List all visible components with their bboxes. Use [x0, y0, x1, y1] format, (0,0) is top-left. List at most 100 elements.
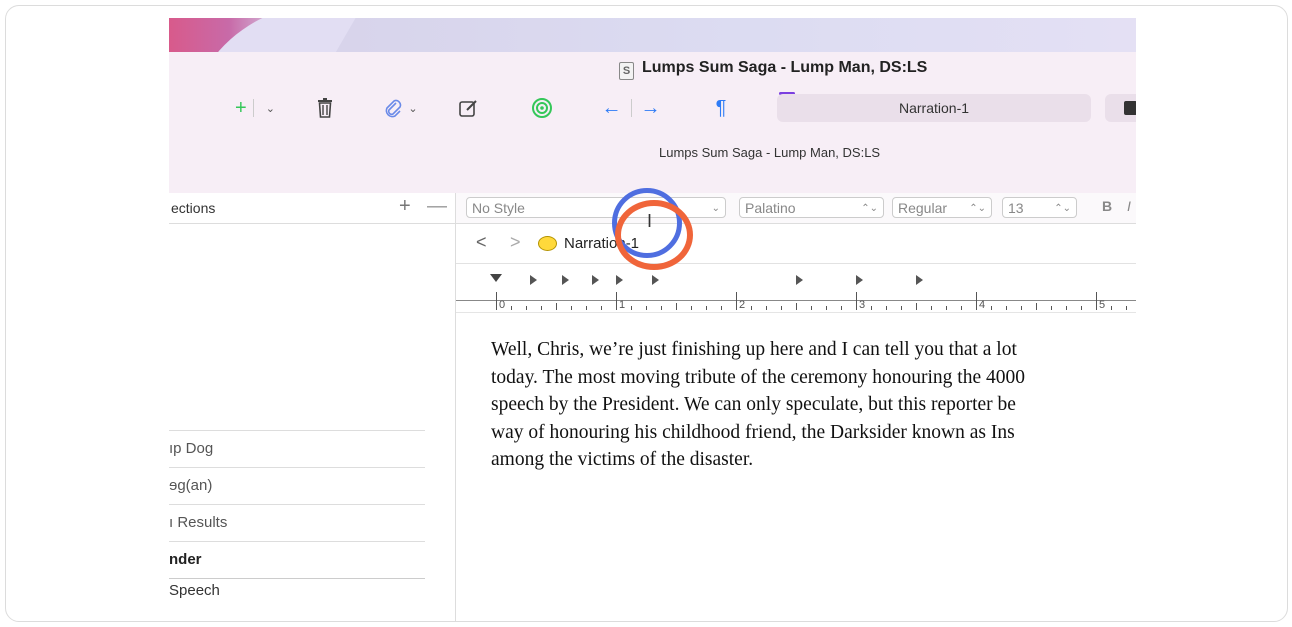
- back-button[interactable]: <: [476, 232, 487, 253]
- ruler-tick: [886, 306, 887, 310]
- paragraph-line: among the victims of the disaster.: [491, 449, 754, 470]
- compose-button[interactable]: [455, 94, 483, 122]
- attach-button[interactable]: ⌄: [375, 94, 427, 122]
- text-cursor-icon: I: [647, 211, 653, 231]
- tab-stop-icon[interactable]: [916, 275, 923, 285]
- style-select[interactable]: No Style ⌄: [466, 197, 726, 218]
- inspector-button[interactable]: [1105, 94, 1136, 122]
- tab-stop-icon[interactable]: [652, 275, 659, 285]
- paragraph-line: way of honouring his childhood friend, t…: [491, 421, 1015, 443]
- list-item[interactable]: Speech: [169, 578, 425, 609]
- list-item[interactable]: ɘg(an): [169, 467, 425, 504]
- ruler-tick: [556, 303, 557, 310]
- sidebar-title: ections: [171, 200, 216, 216]
- bold-button[interactable]: B: [1102, 198, 1112, 214]
- list-item[interactable]: ı Results: [169, 504, 425, 541]
- trash-button[interactable]: [309, 94, 341, 122]
- ruler-tick: [811, 306, 812, 310]
- title-bar: S Lumps Sum Saga - Lump Man, DS:LS + ⌄ ⌄ ←…: [169, 52, 1136, 194]
- remove-collection-button[interactable]: —: [427, 195, 447, 218]
- back-arrow-icon[interactable]: ←: [602, 97, 622, 120]
- ruler-number: 4: [979, 299, 986, 311]
- tab-stop-icon[interactable]: [529, 275, 537, 285]
- edit-icon: [459, 100, 477, 117]
- list-item[interactable]: ıp Dog: [169, 430, 425, 467]
- ruler-tick: [586, 306, 587, 310]
- ruler-tick: [916, 303, 917, 310]
- stepper-icon: ⌃⌄: [861, 203, 878, 214]
- italic-button[interactable]: I: [1127, 198, 1131, 214]
- document-title-field[interactable]: Narration-1: [777, 94, 1091, 122]
- text-editor[interactable]: Well, Chris, we’re just finishing up her…: [491, 336, 1136, 474]
- ruler-tick: [691, 306, 692, 310]
- weight-select[interactable]: Regular ⌃⌄: [892, 197, 992, 218]
- target-icon: [532, 98, 552, 118]
- ruler-tick: [766, 306, 767, 310]
- document-subtitle: Lumps Sum Saga - Lump Man, DS:LS: [659, 145, 881, 160]
- speech-bubble-icon: [538, 236, 557, 251]
- plus-icon: +: [235, 96, 247, 119]
- screenshot-frame: S Lumps Sum Saga - Lump Man, DS:LS + ⌄ ⌄ ←…: [5, 5, 1288, 622]
- size-select[interactable]: 13 ⌃⌄: [1002, 197, 1077, 218]
- highlight-ring-red: [615, 200, 693, 270]
- ruler-number: 1: [619, 299, 626, 311]
- pilcrow-icon: ¶: [715, 96, 727, 119]
- ruler-tick: [736, 292, 737, 310]
- ruler-tick: [1066, 306, 1067, 310]
- ruler-tick: [1051, 306, 1052, 310]
- editor-pane: No Style ⌄ Palatino ⌃⌄ Regular ⌃⌄ 13 ⌃⌄ B I …: [456, 193, 1136, 621]
- sidebar-header: ections + —: [169, 193, 455, 224]
- tab-stop-icon[interactable]: [796, 275, 803, 285]
- ruler-tick: [1126, 306, 1127, 310]
- ruler-tick: [721, 306, 722, 310]
- ruler-tick: [946, 306, 947, 310]
- chevron-down-icon[interactable]: ⌄: [266, 102, 275, 115]
- pilcrow-button[interactable]: ¶: [709, 94, 733, 122]
- add-collection-button[interactable]: +: [399, 195, 411, 218]
- add-button[interactable]: + ⌄: [231, 94, 279, 122]
- header-bar: < > Narration-1: [456, 224, 1136, 264]
- desktop-wallpaper: [169, 18, 1136, 52]
- target-button[interactable]: [527, 94, 557, 122]
- ruler-tick: [781, 306, 782, 310]
- ruler-tick: [496, 292, 497, 310]
- ruler-tick: [1021, 306, 1022, 310]
- ruler-tick: [931, 306, 932, 310]
- ruler-tick: [826, 306, 827, 310]
- font-select[interactable]: Palatino ⌃⌄: [739, 197, 884, 218]
- ruler-tick: [961, 306, 962, 310]
- ruler-number: 2: [739, 299, 746, 311]
- ruler-tick: [571, 306, 572, 310]
- tab-stop-icon[interactable]: [856, 275, 863, 285]
- chevron-down-icon: ⌄: [711, 203, 720, 214]
- binder-list: ıp Dog ɘg(an) ı Results nder Speech: [169, 430, 425, 609]
- ruler-tick: [601, 306, 602, 310]
- nav-history: ← →: [593, 94, 669, 122]
- ruler-tick: [631, 306, 632, 310]
- tab-stop-icon[interactable]: [562, 275, 569, 285]
- style-value: No Style: [472, 200, 525, 216]
- forward-arrow-icon[interactable]: →: [641, 97, 661, 120]
- ruler-number: 3: [859, 299, 866, 311]
- indent-marker-icon[interactable]: [490, 274, 502, 282]
- chevron-down-icon[interactable]: ⌄: [408, 102, 417, 115]
- ruler-tick: [976, 292, 977, 310]
- ruler-tick: [1036, 303, 1037, 310]
- paragraph-line: speech by the President. We can only spe…: [491, 394, 1016, 415]
- ruler-number: 0: [499, 299, 506, 311]
- ruler-baseline: [456, 300, 1136, 301]
- font-value: Palatino: [745, 200, 796, 216]
- ruler[interactable]: 0 1 2 3 4 5: [456, 264, 1136, 313]
- ruler-tick: [541, 306, 542, 310]
- tab-stop-icon[interactable]: [592, 275, 599, 285]
- ruler-tick: [1096, 292, 1097, 310]
- ruler-tick: [1006, 306, 1007, 310]
- forward-button[interactable]: >: [510, 232, 521, 253]
- ruler-number: 5: [1099, 299, 1106, 311]
- tab-stop-icon[interactable]: [616, 275, 623, 285]
- list-item[interactable]: nder: [169, 541, 425, 578]
- format-bar: No Style ⌄ Palatino ⌃⌄ Regular ⌃⌄ 13 ⌃⌄ B I: [456, 193, 1136, 224]
- ruler-tick: [991, 306, 992, 310]
- ruler-tick: [841, 306, 842, 310]
- trash-icon: [318, 98, 332, 118]
